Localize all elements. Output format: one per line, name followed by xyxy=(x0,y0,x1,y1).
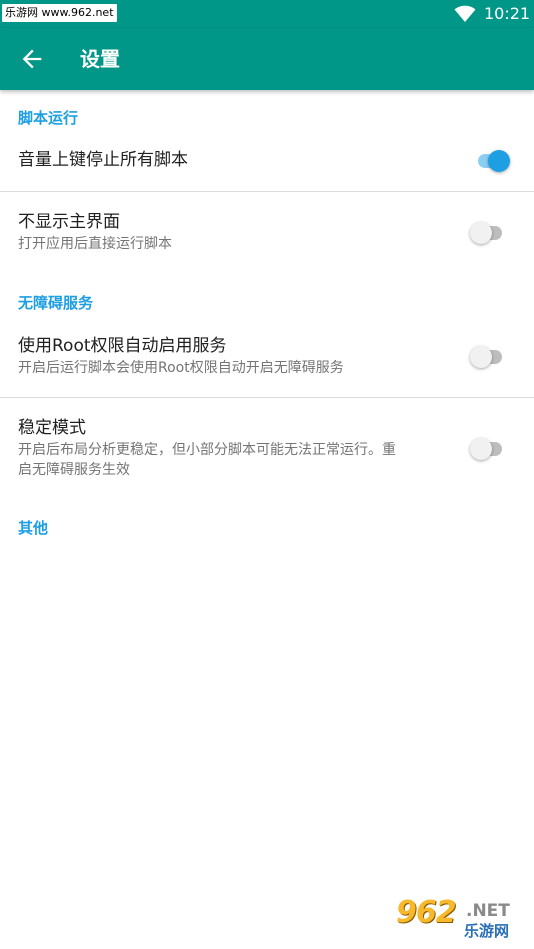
pref-title: 稳定模式 xyxy=(18,418,86,438)
arrow-back-icon[interactable] xyxy=(18,45,46,73)
pref-hide-main[interactable]: 不显示主界面 打开应用后直接运行脚本 xyxy=(0,192,534,278)
pref-volume-stop[interactable]: 音量上键停止所有脚本 xyxy=(0,132,534,190)
status-bar: 乐游网 www.962.net 10:21 xyxy=(0,0,534,28)
logo-sub: 乐游网 xyxy=(464,922,510,940)
watermark-text: 乐游网 www.962.net xyxy=(2,4,117,22)
pref-title: 不显示主界面 xyxy=(18,212,120,232)
root-accessibility-switch[interactable] xyxy=(470,346,504,368)
category-other: 其他 xyxy=(18,519,49,537)
pref-title: 使用Root权限自动启用服务 xyxy=(18,336,227,356)
pref-summary-line2: 启无障碍服务生效 xyxy=(18,462,130,478)
page-title: 设置 xyxy=(80,47,120,71)
wifi-icon xyxy=(454,5,476,22)
pref-summary: 打开应用后直接运行脚本 xyxy=(18,236,172,252)
pref-summary-line1: 开启后布局分析更稳定，但小部分脚本可能无法正常运行。重 xyxy=(18,442,396,458)
volume-stop-switch[interactable] xyxy=(476,150,510,172)
pref-title: 音量上键停止所有脚本 xyxy=(18,150,188,170)
app-bar: 设置 xyxy=(0,28,534,90)
category-accessibility: 无障碍服务 xyxy=(18,294,94,312)
logo-number: 962 xyxy=(396,895,457,930)
hide-main-switch[interactable] xyxy=(470,222,504,244)
pref-root-accessibility[interactable]: 使用Root权限自动启用服务 开启后运行脚本会使用Root权限自动开启无障碍服务 xyxy=(0,318,534,396)
logo-suffix: .NET xyxy=(466,901,510,921)
category-script-run: 脚本运行 xyxy=(18,109,79,127)
pref-summary: 开启后运行脚本会使用Root权限自动开启无障碍服务 xyxy=(18,360,344,376)
status-time: 10:21 xyxy=(484,4,531,23)
stable-mode-switch[interactable] xyxy=(470,438,504,460)
site-logo: 962 .NET 乐游网 xyxy=(396,897,530,943)
pref-stable-mode[interactable]: 稳定模式 开启后布局分析更稳定，但小部分脚本可能无法正常运行。重 启无障碍服务生… xyxy=(0,398,534,498)
